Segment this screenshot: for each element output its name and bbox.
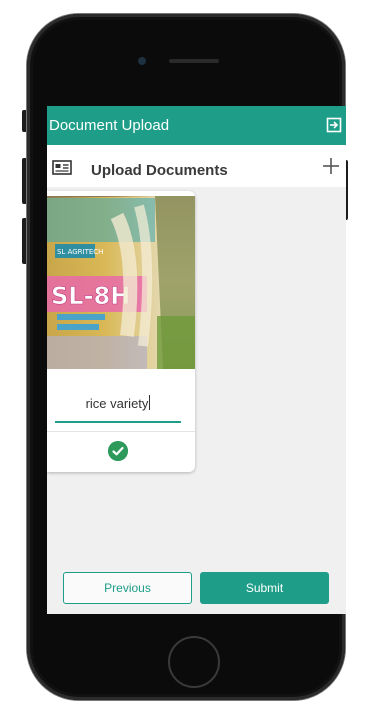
caption-value: rice variety <box>85 395 151 411</box>
app-header: Document Upload <box>47 106 346 145</box>
check-circle-icon <box>108 441 128 461</box>
section-title: Upload Documents <box>91 162 228 179</box>
content-area: SL AGRITECH SL-8H rice variety <box>47 187 346 614</box>
section-header: Upload Documents <box>47 145 346 187</box>
svg-text:SL AGRITECH: SL AGRITECH <box>57 248 103 256</box>
stage: Document Upload Upload Documents SL AGRI… <box>0 0 370 705</box>
header-title: Document Upload <box>49 117 170 134</box>
card-divider <box>47 431 195 432</box>
text-caret <box>149 395 151 410</box>
id-card-icon <box>52 160 72 175</box>
plus-icon[interactable] <box>320 155 342 177</box>
document-card[interactable]: SL AGRITECH SL-8H rice variety <box>47 191 195 472</box>
caption-input[interactable]: rice variety <box>55 391 181 423</box>
logout-icon[interactable] <box>326 117 342 133</box>
bag-label: SL-8H <box>51 282 130 310</box>
earpiece-speaker <box>169 59 219 63</box>
submit-button[interactable]: Submit <box>200 572 329 604</box>
front-camera <box>138 57 146 65</box>
previous-button[interactable]: Previous <box>63 572 192 604</box>
document-thumbnail[interactable]: SL AGRITECH SL-8H <box>47 196 195 369</box>
home-button[interactable] <box>168 636 220 688</box>
app-screen: Document Upload Upload Documents SL AGRI… <box>47 106 346 614</box>
